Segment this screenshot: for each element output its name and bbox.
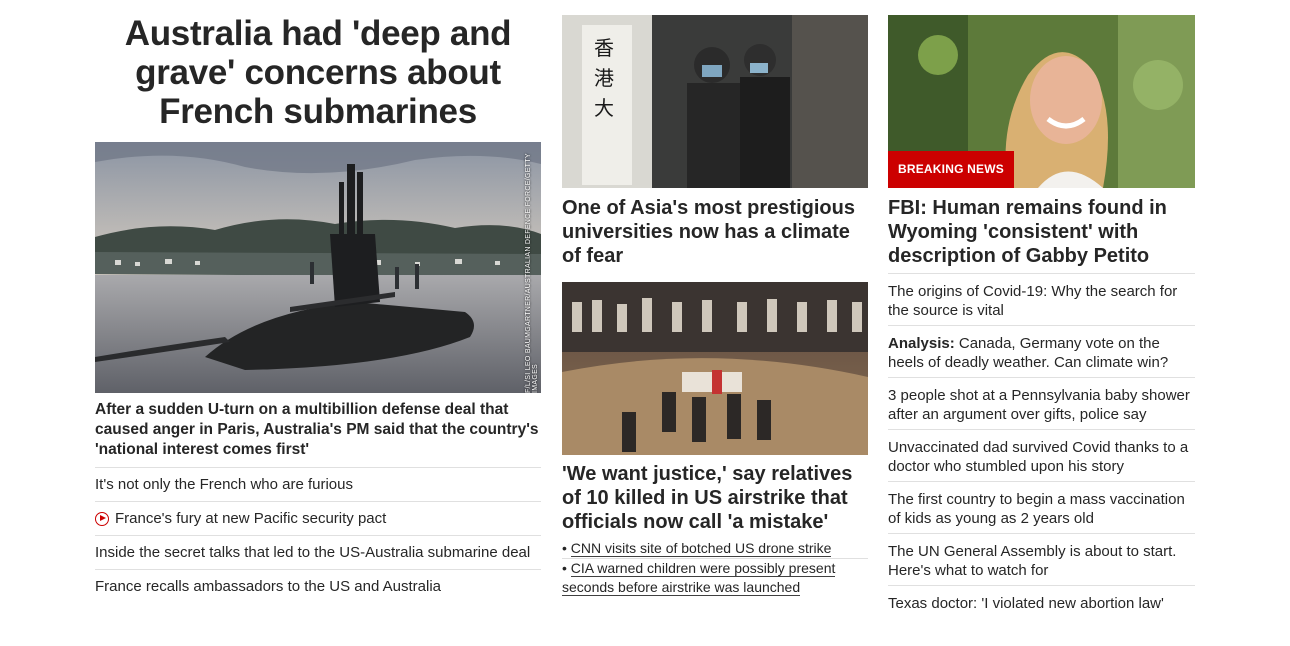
story-link[interactable]: Analysis: Canada, Germany vote on the he… bbox=[888, 335, 1168, 371]
list-item[interactable]: • CNN visits site of botched US drone st… bbox=[562, 539, 868, 558]
story-prefix: Analysis: bbox=[888, 335, 955, 352]
related-link[interactable]: It's not only the French who are furious bbox=[95, 468, 353, 501]
funeral-image[interactable] bbox=[562, 282, 868, 455]
submarine-image[interactable]: F/L/SI LEO BAUMGARTNER/AUSTRALIAN DEFENC… bbox=[95, 142, 541, 393]
related-link[interactable]: France recalls ambassadors to the US and… bbox=[95, 570, 441, 603]
svg-text:香: 香 bbox=[594, 36, 614, 60]
photo-credit: F/L/SI LEO BAUMGARTNER/AUSTRALIAN DEFENC… bbox=[525, 153, 539, 393]
story-link[interactable]: 3 people shot at a Pennsylvania baby sho… bbox=[888, 387, 1190, 423]
story-text: The first country to begin a mass vaccin… bbox=[888, 491, 1185, 527]
related-link[interactable]: France's fury at new Pacific security pa… bbox=[115, 502, 386, 535]
story-text: The UN General Assembly is about to star… bbox=[888, 543, 1177, 579]
list-item[interactable]: The origins of Covid-19: Why the search … bbox=[888, 273, 1195, 325]
related-links-list: It's not only the French who are furious… bbox=[95, 467, 541, 603]
protest-photo: 香港大 bbox=[562, 15, 868, 188]
related-link[interactable]: CNN visits site of botched US drone stri… bbox=[570, 540, 832, 557]
svg-text:大: 大 bbox=[594, 96, 614, 120]
story-text: 3 people shot at a Pennsylvania baby sho… bbox=[888, 387, 1190, 423]
list-item[interactable]: • CIA warned children were possibly pres… bbox=[562, 558, 868, 597]
university-protest-image[interactable]: 香港大 bbox=[562, 15, 868, 188]
related-link[interactable]: CIA warned children were possibly presen… bbox=[562, 560, 836, 596]
list-item[interactable]: Unvaccinated dad survived Covid thanks t… bbox=[888, 429, 1195, 481]
list-item[interactable]: Texas doctor: 'I violated new abortion l… bbox=[888, 585, 1195, 619]
list-item[interactable]: It's not only the French who are furious bbox=[95, 467, 541, 501]
story-text: Unvaccinated dad survived Covid thanks t… bbox=[888, 439, 1189, 475]
story-link[interactable]: The origins of Covid-19: Why the search … bbox=[888, 283, 1177, 319]
list-item[interactable]: The first country to begin a mass vaccin… bbox=[888, 481, 1195, 533]
story-text: The origins of Covid-19: Why the search … bbox=[888, 283, 1178, 319]
top-stories-list: The origins of Covid-19: Why the search … bbox=[888, 273, 1195, 619]
lead-story-column: Australia had 'deep and grave' concerns … bbox=[95, 0, 541, 595]
list-item[interactable]: Analysis: Canada, Germany vote on the he… bbox=[888, 325, 1195, 377]
airstrike-headline[interactable]: 'We want justice,' say relatives of 10 k… bbox=[562, 462, 868, 534]
story-link[interactable]: Texas doctor: 'I violated new abortion l… bbox=[888, 595, 1164, 612]
list-item[interactable]: Inside the secret talks that led to the … bbox=[95, 535, 541, 569]
funeral-photo bbox=[562, 282, 868, 455]
list-item[interactable]: The UN General Assembly is about to star… bbox=[888, 533, 1195, 585]
story-text: Texas doctor: 'I violated new abortion l… bbox=[888, 595, 1164, 612]
story-link[interactable]: The UN General Assembly is about to star… bbox=[888, 543, 1176, 579]
gabby-petito-image[interactable]: BREAKING NEWS bbox=[888, 15, 1195, 188]
breaking-news-badge: BREAKING NEWS bbox=[888, 151, 1014, 188]
lead-story-summary[interactable]: After a sudden U-turn on a multibillion … bbox=[95, 400, 541, 460]
lead-headline[interactable]: Australia had 'deep and grave' concerns … bbox=[95, 14, 541, 131]
story-link[interactable]: Unvaccinated dad survived Covid thanks t… bbox=[888, 439, 1188, 475]
list-item[interactable]: 3 people shot at a Pennsylvania baby sho… bbox=[888, 377, 1195, 429]
story-link[interactable]: The first country to begin a mass vaccin… bbox=[888, 491, 1185, 527]
list-item[interactable]: France recalls ambassadors to the US and… bbox=[95, 569, 541, 603]
svg-text:港: 港 bbox=[594, 66, 614, 90]
list-item[interactable]: France's fury at new Pacific security pa… bbox=[95, 501, 541, 535]
submarine-photo bbox=[95, 142, 541, 393]
related-link[interactable]: Inside the secret talks that led to the … bbox=[95, 536, 530, 569]
gabby-petito-headline[interactable]: FBI: Human remains found in Wyoming 'con… bbox=[888, 196, 1195, 268]
university-headline[interactable]: One of Asia's most prestigious universit… bbox=[562, 196, 868, 268]
airstrike-related-list: • CNN visits site of botched US drone st… bbox=[562, 539, 868, 597]
video-play-icon bbox=[95, 511, 109, 526]
